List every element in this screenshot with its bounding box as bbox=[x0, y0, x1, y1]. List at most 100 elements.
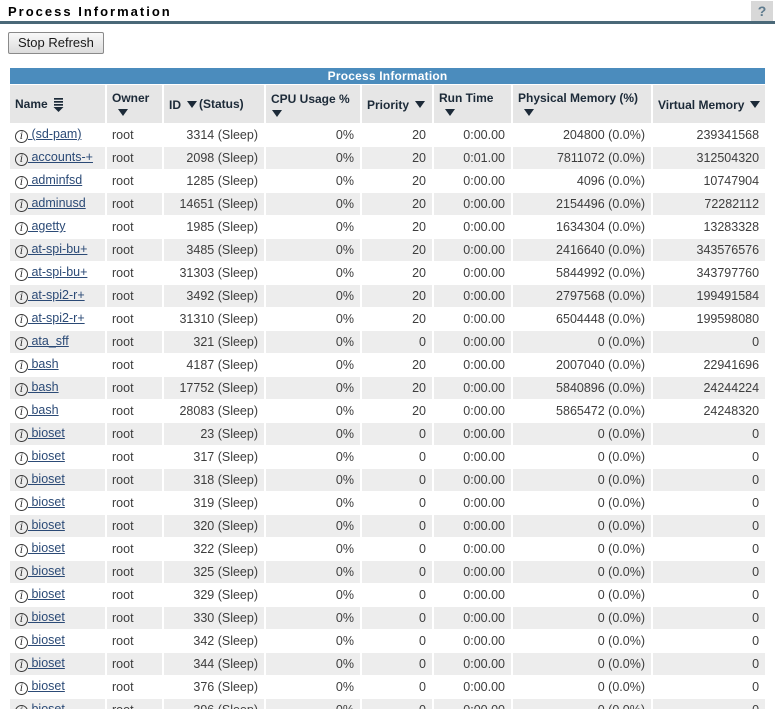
cell-run-time: 0:00.00 bbox=[434, 676, 511, 698]
cell-virtual-memory: 22941696 bbox=[653, 354, 765, 376]
help-icon[interactable]: ? bbox=[751, 1, 773, 21]
table-row: i (sd-pam)root3314 (Sleep)0%200:00.00204… bbox=[10, 124, 765, 146]
process-link[interactable]: bash bbox=[28, 357, 59, 371]
cell-run-time: 0:00.00 bbox=[434, 492, 511, 514]
process-table-body: i (sd-pam)root3314 (Sleep)0%200:00.00204… bbox=[10, 124, 765, 709]
cell-cpu: 0% bbox=[266, 492, 360, 514]
cell-name: i bioset bbox=[10, 630, 105, 652]
info-icon[interactable]: i bbox=[15, 245, 28, 258]
cell-physical-memory: 0 (0.0%) bbox=[513, 331, 651, 353]
process-link[interactable]: bioset bbox=[28, 472, 65, 486]
column-header-virtual-memory[interactable]: Virtual Memory bbox=[653, 85, 765, 123]
cell-physical-memory: 0 (0.0%) bbox=[513, 584, 651, 606]
cell-id-status: 329 (Sleep) bbox=[164, 584, 264, 606]
cell-run-time: 0:00.00 bbox=[434, 170, 511, 192]
process-link[interactable]: bioset bbox=[28, 633, 65, 647]
info-icon[interactable]: i bbox=[15, 291, 28, 304]
info-icon[interactable]: i bbox=[15, 590, 28, 603]
cell-priority: 0 bbox=[362, 653, 432, 675]
info-icon[interactable]: i bbox=[15, 544, 28, 557]
info-icon[interactable]: i bbox=[15, 268, 28, 281]
column-header-cpu-usage[interactable]: CPU Usage % bbox=[266, 85, 360, 123]
info-icon[interactable]: i bbox=[15, 176, 28, 189]
info-icon[interactable]: i bbox=[15, 153, 28, 166]
info-icon[interactable]: i bbox=[15, 567, 28, 580]
info-icon[interactable]: i bbox=[15, 406, 28, 419]
info-icon[interactable]: i bbox=[15, 636, 28, 649]
info-icon[interactable]: i bbox=[15, 613, 28, 626]
process-link[interactable]: accounts-+ bbox=[28, 150, 93, 164]
process-link[interactable]: at-spi2-r+ bbox=[28, 311, 85, 325]
info-icon[interactable]: i bbox=[15, 222, 28, 235]
cell-name: i adminusd bbox=[10, 193, 105, 215]
process-link[interactable]: bioset bbox=[28, 702, 65, 709]
cell-virtual-memory: 0 bbox=[653, 446, 765, 468]
process-link[interactable]: bioset bbox=[28, 541, 65, 555]
table-row: i biosetroot325 (Sleep)0%00:00.000 (0.0%… bbox=[10, 561, 765, 583]
process-link[interactable]: (sd-pam) bbox=[28, 127, 81, 141]
process-link[interactable]: bash bbox=[28, 403, 59, 417]
column-header-priority[interactable]: Priority bbox=[362, 85, 432, 123]
stop-refresh-button[interactable]: Stop Refresh bbox=[8, 32, 104, 54]
cell-name: i bioset bbox=[10, 492, 105, 514]
info-icon[interactable]: i bbox=[15, 498, 28, 511]
sort-desc-icon[interactable] bbox=[118, 109, 128, 116]
process-link[interactable]: at-spi-bu+ bbox=[28, 242, 87, 256]
info-icon[interactable]: i bbox=[15, 337, 28, 350]
process-link[interactable]: bioset bbox=[28, 587, 65, 601]
cell-id-status: 320 (Sleep) bbox=[164, 515, 264, 537]
info-icon[interactable]: i bbox=[15, 659, 28, 672]
process-link[interactable]: bash bbox=[28, 380, 59, 394]
cell-physical-memory: 0 (0.0%) bbox=[513, 630, 651, 652]
cell-virtual-memory: 0 bbox=[653, 515, 765, 537]
process-link[interactable]: bioset bbox=[28, 679, 65, 693]
column-header-id-status[interactable]: ID(Status) bbox=[164, 85, 264, 123]
sort-desc-icon[interactable] bbox=[415, 101, 425, 108]
sort-desc-icon[interactable] bbox=[750, 101, 760, 108]
table-row: i biosetroot319 (Sleep)0%00:00.000 (0.0%… bbox=[10, 492, 765, 514]
info-icon[interactable]: i bbox=[15, 314, 28, 327]
process-link[interactable]: adminfsd bbox=[28, 173, 82, 187]
info-icon[interactable]: i bbox=[15, 521, 28, 534]
cell-priority: 0 bbox=[362, 699, 432, 709]
cell-owner: root bbox=[107, 515, 162, 537]
cell-id-status: 17752 (Sleep) bbox=[164, 377, 264, 399]
column-header-run-time[interactable]: Run Time bbox=[434, 85, 511, 123]
process-link[interactable]: bioset bbox=[28, 495, 65, 509]
sort-desc-icon[interactable] bbox=[445, 109, 455, 116]
info-icon[interactable]: i bbox=[15, 383, 28, 396]
info-icon[interactable]: i bbox=[15, 360, 28, 373]
info-icon[interactable]: i bbox=[15, 452, 28, 465]
process-link[interactable]: bioset bbox=[28, 449, 65, 463]
info-icon[interactable]: i bbox=[15, 682, 28, 695]
process-link[interactable]: adminusd bbox=[28, 196, 86, 210]
column-header-owner[interactable]: Owner bbox=[107, 85, 162, 123]
sort-desc-icon[interactable] bbox=[524, 109, 534, 116]
process-link[interactable]: at-spi2-r+ bbox=[28, 288, 85, 302]
cell-physical-memory: 6504448 (0.0%) bbox=[513, 308, 651, 330]
cell-run-time: 0:00.00 bbox=[434, 262, 511, 284]
cell-id-status: 3492 (Sleep) bbox=[164, 285, 264, 307]
sort-desc-icon[interactable] bbox=[272, 110, 282, 117]
process-link[interactable]: bioset bbox=[28, 564, 65, 578]
process-link[interactable]: bioset bbox=[28, 656, 65, 670]
info-icon[interactable]: i bbox=[15, 705, 28, 709]
process-link[interactable]: agetty bbox=[28, 219, 66, 233]
column-label-status: (Status) bbox=[199, 97, 244, 111]
process-link[interactable]: bioset bbox=[28, 610, 65, 624]
process-link[interactable]: ata_sff bbox=[28, 334, 69, 348]
table-row: i accounts-+root2098 (Sleep)0%200:01.007… bbox=[10, 147, 765, 169]
info-icon[interactable]: i bbox=[15, 130, 28, 143]
info-icon[interactable]: i bbox=[15, 199, 28, 212]
sort-desc-icon[interactable] bbox=[187, 101, 197, 108]
column-header-physical-memory[interactable]: Physical Memory (%) bbox=[513, 85, 651, 123]
process-link[interactable]: bioset bbox=[28, 518, 65, 532]
process-table-container: Process Information Name Owner ID(Status… bbox=[8, 67, 767, 709]
info-icon[interactable]: i bbox=[15, 475, 28, 488]
process-link[interactable]: bioset bbox=[28, 426, 65, 440]
info-icon[interactable]: i bbox=[15, 429, 28, 442]
column-header-name[interactable]: Name bbox=[10, 85, 105, 123]
cell-cpu: 0% bbox=[266, 561, 360, 583]
process-link[interactable]: at-spi-bu+ bbox=[28, 265, 87, 279]
active-sort-desc-icon[interactable] bbox=[52, 97, 65, 112]
